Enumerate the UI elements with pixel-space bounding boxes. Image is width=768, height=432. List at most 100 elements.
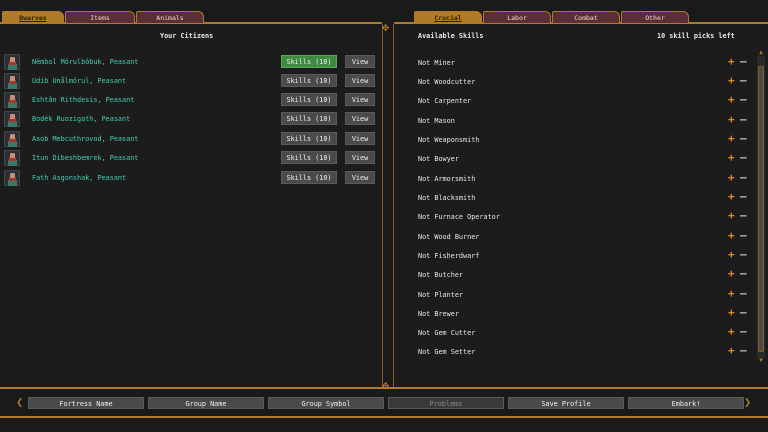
plus-icon[interactable]: + [728,133,735,145]
tab-dwarves[interactable]: Dwarves [2,11,64,23]
skill-row: Not Wood Burner + — [418,230,758,243]
tab-labor-label: Labor [507,14,527,22]
minus-icon[interactable]: — [740,114,747,126]
plus-icon[interactable]: + [728,326,735,338]
skill-row: Not Mason + — [418,114,758,127]
problems-button: Problems [388,397,504,409]
citizen-name: Itun Dibeshbemrek, Peasant [32,154,139,162]
bottom-border-bottom [0,416,768,418]
embark-button[interactable]: Embark! [628,397,744,409]
skill-row: Not Gem Setter + — [418,345,758,358]
minus-icon[interactable]: — [740,172,747,184]
skills-panel-title: Available Skills [418,32,484,40]
skills-button[interactable]: Skills (10) [281,55,337,68]
citizen-row: Nëmbol Mörulbôbuk, Peasant Skills (10) V… [4,54,375,70]
minus-icon[interactable]: — [740,326,747,338]
tab-items[interactable]: Items [65,11,135,23]
view-button[interactable]: View [345,151,375,164]
plus-icon[interactable]: + [728,249,735,261]
skill-row: Not Weaponsmith + — [418,133,758,146]
skill-row: Not Gem Cutter + — [418,326,758,339]
plus-icon[interactable]: + [728,56,735,68]
group-symbol-button[interactable]: Group Symbol [268,397,384,409]
skill-row: Not Armorsmith + — [418,172,758,185]
skill-row: Not Blacksmith + — [418,191,758,204]
minus-icon[interactable]: — [740,94,747,106]
citizen-row: Bodék Ruozigath, Peasant Skills (10) Vie… [4,111,375,127]
save-profile-button[interactable]: Save Profile [508,397,624,409]
skill-name: Not Woodcutter [418,78,476,86]
minus-icon[interactable]: — [740,75,747,87]
minus-icon[interactable]: — [740,133,747,145]
tab-items-label: Items [90,14,110,22]
tab-dwarves-label: Dwarves [19,14,47,22]
view-button[interactable]: View [345,74,375,87]
skills-button[interactable]: Skills (10) [281,171,337,184]
skill-name: Not Carpenter [418,97,472,105]
plus-icon[interactable]: + [728,191,735,203]
skill-name: Not Bowyer [418,155,459,163]
scrollbar-thumb[interactable] [758,66,764,352]
skill-name: Not Mason [418,117,455,125]
skill-name: Not Brewer [418,310,459,318]
plus-icon[interactable]: + [728,345,735,357]
tab-labor[interactable]: Labor [483,11,551,23]
skills-button[interactable]: Skills (10) [281,132,337,145]
minus-icon[interactable]: — [740,268,747,280]
skills-scrollbar[interactable] [757,56,765,358]
skill-row: Not Bowyer + — [418,152,758,165]
citizens-panel-title: Your Citizens [160,32,214,40]
plus-icon[interactable]: + [728,210,735,222]
skills-button[interactable]: Skills (10) [281,93,337,106]
skill-name: Not Armorsmith [418,175,476,183]
plus-icon[interactable]: + [728,230,735,242]
scroll-down-arrow-icon[interactable]: ▼ [757,358,765,364]
plus-icon[interactable]: + [728,114,735,126]
view-button[interactable]: View [345,112,375,125]
skill-row: Not Miner + — [418,56,758,69]
tab-crucial[interactable]: Crucial [414,11,482,23]
minus-icon[interactable]: — [740,288,747,300]
tab-animals[interactable]: Animals [136,11,204,23]
plus-icon[interactable]: + [728,75,735,87]
skill-name: Not Butcher [418,271,464,279]
tab-other[interactable]: Other [621,11,689,23]
skill-row: Not Fisherdwarf + — [418,249,758,262]
tab-other-label: Other [645,14,665,22]
minus-icon[interactable]: — [740,56,747,68]
view-button[interactable]: View [345,132,375,145]
minus-icon[interactable]: — [740,191,747,203]
view-button[interactable]: View [345,93,375,106]
plus-icon[interactable]: + [728,307,735,319]
skills-button[interactable]: Skills (10) [281,151,337,164]
plus-icon[interactable]: + [728,288,735,300]
dwarf-portrait-icon [4,131,20,147]
plus-icon[interactable]: + [728,94,735,106]
citizen-row: Eshtân Rithdesis, Peasant Skills (10) Vi… [4,92,375,108]
minus-icon[interactable]: — [740,249,747,261]
skills-button[interactable]: Skills (10) [281,112,337,125]
skill-name: Not Furnace Operator [418,213,500,221]
tab-combat[interactable]: Combat [552,11,620,23]
citizen-name: Nëmbol Mörulbôbuk, Peasant [32,58,139,66]
citizen-name: Udib Unålmörul, Peasant [32,77,127,85]
skill-name: Not Fisherdwarf [418,252,480,260]
plus-icon[interactable]: + [728,172,735,184]
plus-icon[interactable]: + [728,268,735,280]
citizen-name: Fath Asgonshak, Peasant [32,174,127,182]
view-button[interactable]: View [345,55,375,68]
fortress-name-button[interactable]: Fortress Name [28,397,144,409]
skills-button[interactable]: Skills (10) [281,74,337,87]
view-button[interactable]: View [345,171,375,184]
group-name-button[interactable]: Group Name [148,397,264,409]
minus-icon[interactable]: — [740,210,747,222]
minus-icon[interactable]: — [740,152,747,164]
minus-icon[interactable]: — [740,307,747,319]
tab-combat-label: Combat [574,14,598,22]
skill-row: Not Woodcutter + — [418,75,758,88]
skill-row: Not Butcher + — [418,268,758,281]
center-divider-left [382,24,383,388]
minus-icon[interactable]: — [740,345,747,357]
plus-icon[interactable]: + [728,152,735,164]
minus-icon[interactable]: — [740,230,747,242]
